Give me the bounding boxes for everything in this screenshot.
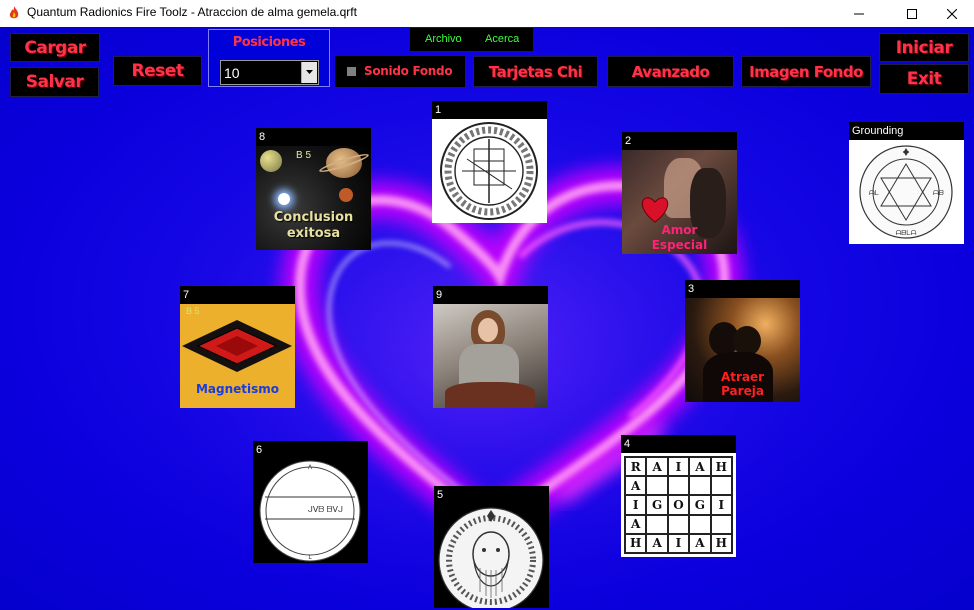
grid-cell xyxy=(710,476,732,496)
grid-cell: G xyxy=(646,495,668,515)
iniciar-button[interactable]: Iniciar xyxy=(879,33,969,62)
grid-cell: A xyxy=(646,533,668,553)
grid-cell: A xyxy=(625,514,647,534)
card-caption-line: Especial xyxy=(651,238,708,252)
circular-seal-image xyxy=(432,119,547,223)
card-caption-line: exitosa xyxy=(286,226,341,241)
card-badge: B 5 xyxy=(186,306,200,316)
grid-cell xyxy=(646,514,668,534)
card-caption-line: Atraer xyxy=(720,370,765,384)
reset-button[interactable]: Reset xyxy=(113,56,202,86)
salvar-button[interactable]: Salvar xyxy=(10,67,99,97)
grid-cell xyxy=(689,476,711,496)
grid-cell: H xyxy=(710,457,732,477)
talisman-seal-image: ᒍᐯᗷ ᗷᐯᒍ ᐱ ᒪ xyxy=(253,459,368,563)
grid-cell: I xyxy=(667,457,690,477)
window-title: Quantum Radionics Fire Toolz - Atraccion… xyxy=(27,5,357,19)
face-seal-image xyxy=(434,504,549,608)
grid-cell xyxy=(689,514,711,534)
menu-acerca[interactable]: Acerca xyxy=(485,33,519,45)
maximize-button[interactable] xyxy=(889,0,935,27)
couple-sunset-image: Atraer Pareja xyxy=(685,298,800,402)
svg-text:ᗩᗷᒪᗩ: ᗩᗷᒪᗩ xyxy=(896,229,917,237)
card-caption: Magnetismo xyxy=(195,382,280,396)
grid-cell: I xyxy=(667,533,690,553)
close-icon xyxy=(947,8,957,19)
card-number: 4 xyxy=(621,435,736,453)
card-caption-line: Conclusion xyxy=(273,210,354,225)
minimize-button[interactable] xyxy=(836,0,882,27)
menu-bar: Archivo Acerca xyxy=(410,28,533,51)
workspace: Archivo Acerca Cargar Salvar Reset Posic… xyxy=(0,27,974,610)
flame-icon xyxy=(9,6,19,19)
card-number: 5 xyxy=(434,486,549,504)
sound-label: Sonido Fondo xyxy=(364,64,453,78)
card-number: 9 xyxy=(433,286,548,304)
grid-cell: H xyxy=(625,533,647,553)
chevron-down-icon[interactable] xyxy=(301,62,317,83)
card-number: 6 xyxy=(253,441,368,459)
card-caption-line: Amor xyxy=(661,223,698,237)
grid-cell xyxy=(646,476,668,496)
magnetism-pattern-image: B 5 Magnetismo xyxy=(180,304,295,408)
card-badge: B 5 xyxy=(296,150,312,161)
woman-photo-image xyxy=(433,304,548,408)
grid-cell: I xyxy=(710,495,732,515)
card-number: 2 xyxy=(622,132,737,150)
cargar-button[interactable]: Cargar xyxy=(10,33,100,62)
tarjetas-chi-button[interactable]: Tarjetas Chi xyxy=(473,56,598,87)
imagen-fondo-button[interactable]: Imagen Fondo xyxy=(741,56,871,87)
grid-cell: A xyxy=(689,533,711,553)
exit-button[interactable]: Exit xyxy=(879,64,969,94)
grid-cell xyxy=(667,476,690,496)
sound-checkbox[interactable] xyxy=(347,67,356,76)
card-caption-line: Pareja xyxy=(721,384,764,398)
avanzado-button[interactable]: Avanzado xyxy=(607,56,734,87)
grid-cell: O xyxy=(667,495,690,515)
card-number: 7 xyxy=(180,286,295,304)
planets-image: B 5 Conclusion exitosa xyxy=(256,146,371,250)
svg-text:ᗩᒪ: ᗩᒪ xyxy=(869,189,879,197)
card-number: 1 xyxy=(432,101,547,119)
grid-cell: G xyxy=(689,495,711,515)
close-button[interactable] xyxy=(930,0,974,27)
maximize-icon xyxy=(907,8,917,19)
grid-cell: A xyxy=(625,476,647,496)
menu-archivo[interactable]: Archivo xyxy=(425,33,462,45)
grid-cell: H xyxy=(710,533,732,553)
positions-label: Posiciones xyxy=(232,35,306,50)
hexagram-seal-image: ᗩᗷᒪᗩ ᗩᒪ ᗩᗷ xyxy=(849,140,964,244)
positions-value: 10 xyxy=(224,65,240,81)
grounding-label: Grounding xyxy=(849,122,964,140)
svg-text:ᗩᗷ: ᗩᗷ xyxy=(933,189,944,197)
positions-panel: Posiciones 10 xyxy=(208,29,330,87)
svg-text:ᒍᐯᗷ ᗷᐯᒍ: ᒍᐯᗷ ᗷᐯᒍ xyxy=(308,505,343,514)
grid-cell: A xyxy=(646,457,668,477)
couple-photo-image: Amor Especial xyxy=(622,150,737,254)
card-number: 8 xyxy=(256,128,371,146)
title-bar: Quantum Radionics Fire Toolz - Atraccion… xyxy=(0,0,974,27)
positions-select[interactable]: 10 xyxy=(220,60,319,85)
card-number: 3 xyxy=(685,280,800,298)
minimize-icon xyxy=(854,13,864,14)
letter-square-grid: RAIAHAIGOGIAHAIAH xyxy=(621,453,736,557)
sound-toggle[interactable]: Sonido Fondo xyxy=(335,56,465,87)
grid-cell: R xyxy=(625,457,647,477)
grid-cell: I xyxy=(625,495,647,515)
grid-cell xyxy=(710,514,732,534)
grid-cell xyxy=(667,514,690,534)
grid-cell: A xyxy=(689,457,711,477)
